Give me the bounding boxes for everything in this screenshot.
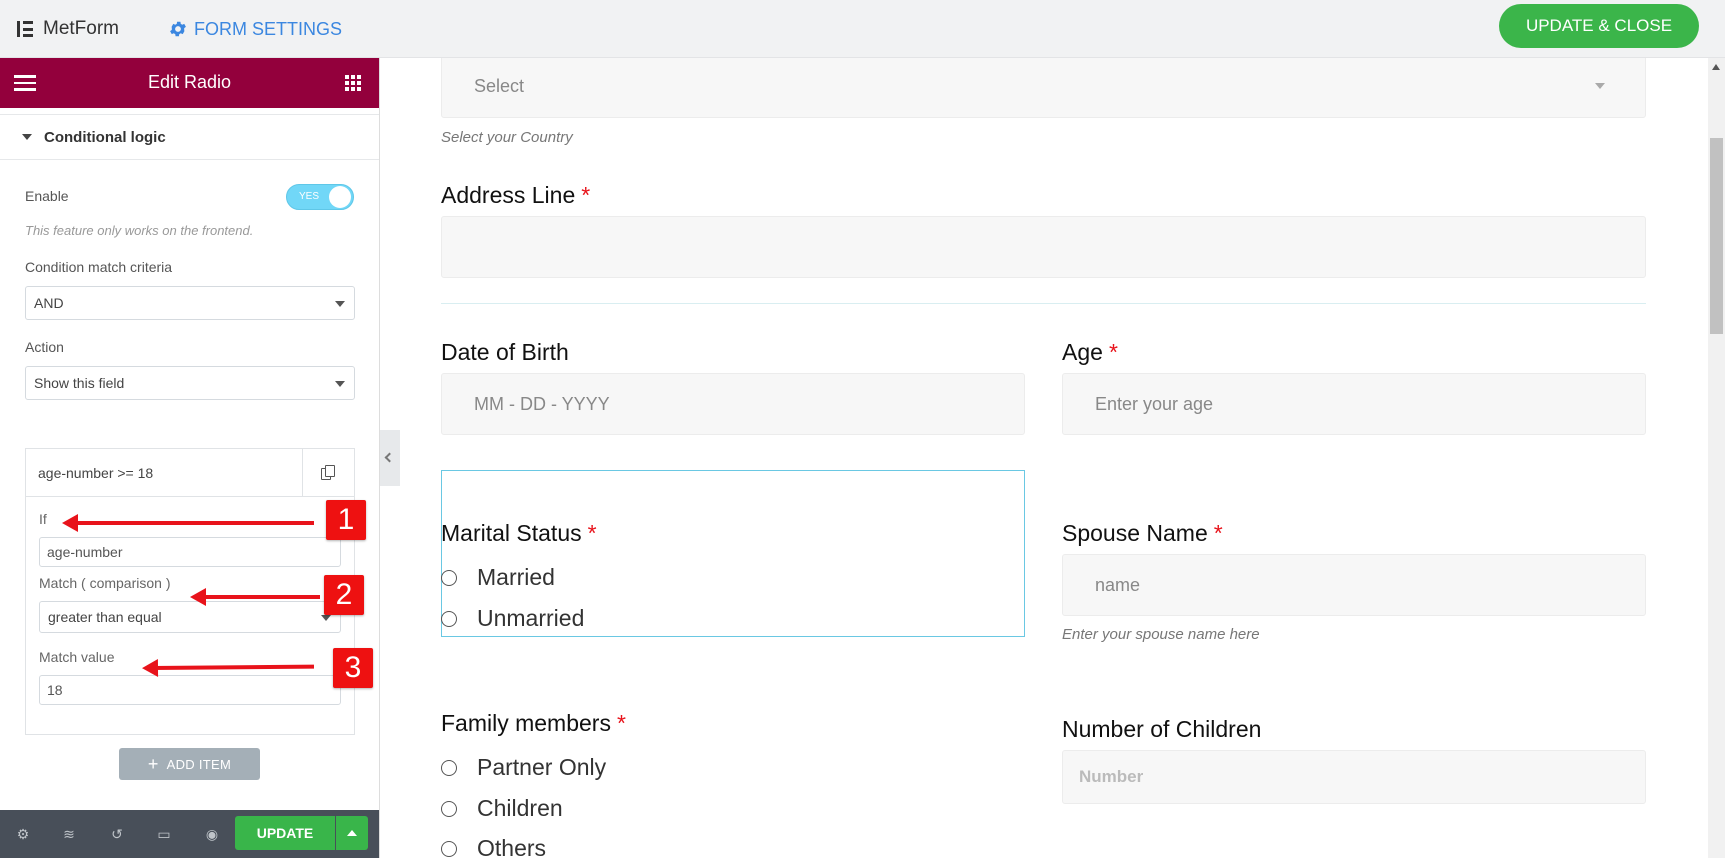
dob-label: Date of Birth [441, 339, 569, 365]
scrollbar-thumb[interactable] [1710, 138, 1723, 334]
page-scrollbar[interactable] [1708, 58, 1725, 858]
match-value-label: Match value [39, 649, 115, 665]
if-input[interactable]: age-number [39, 537, 341, 567]
country-select-value: Select [474, 75, 525, 96]
brand-name: MetForm [43, 18, 119, 39]
condition-item-title: age-number >= 18 [38, 465, 154, 481]
action-label: Action [25, 339, 64, 355]
settings-gear-icon[interactable]: ⚙ [15, 826, 31, 842]
panel-collapse-toggle[interactable] [380, 430, 400, 486]
age-label: Age * [1062, 339, 1118, 365]
top-bar: MetForm FORM SETTINGS UPDATE & CLOSE [0, 0, 1725, 58]
radio-circle [441, 610, 457, 627]
radio-partner-only[interactable]: Partner Only [441, 754, 606, 781]
radio-circle [441, 840, 457, 857]
chevron-down-icon [335, 381, 345, 387]
spouse-label: Spouse Name * [1062, 520, 1223, 546]
spouse-help: Enter your spouse name here [1062, 626, 1260, 643]
conditional-logic-section-toggle[interactable]: Conditional logic [0, 114, 379, 160]
copy-icon [321, 465, 335, 481]
update-options-button[interactable] [336, 816, 368, 850]
condition-item-header[interactable]: age-number >= 18 [26, 449, 354, 497]
annotation-badge-2: 2 [324, 575, 364, 615]
panel-title: Edit Radio [147, 72, 232, 92]
radio-children[interactable]: Children [441, 795, 563, 822]
form-preview: Select Select your Country Address Line *… [400, 58, 1708, 858]
country-select[interactable]: Select [441, 58, 1646, 118]
annotation-arrow-1 [62, 514, 314, 532]
criteria-value: AND [34, 295, 64, 311]
caret-down-icon [22, 134, 32, 140]
criteria-label: Condition match criteria [25, 259, 173, 275]
match-value-input[interactable]: 18 [39, 675, 341, 705]
country-help: Select your Country [441, 129, 573, 146]
form-settings-link[interactable]: FORM SETTINGS [168, 14, 342, 44]
chevron-down-icon [321, 615, 331, 621]
action-select[interactable]: Show this field [25, 366, 355, 400]
radio-others[interactable]: Others [441, 835, 546, 858]
brand: MetForm [17, 14, 119, 44]
editor-panel: Edit Radio Conditional logic Enable YES … [0, 58, 380, 858]
chevron-left-icon [384, 452, 395, 463]
caret-up-icon [347, 830, 357, 836]
form-settings-label: FORM SETTINGS [194, 18, 342, 39]
age-input[interactable]: Enter your age [1062, 373, 1646, 435]
radio-circle [441, 800, 457, 817]
annotation-badge-3: 3 [333, 648, 373, 688]
enable-label: Enable [25, 188, 69, 204]
if-label: If [39, 511, 47, 527]
update-close-button[interactable]: UPDATE & CLOSE [1499, 4, 1699, 48]
address-input[interactable] [441, 216, 1646, 278]
widgets-grid-icon[interactable] [345, 75, 361, 91]
annotation-badge-1: 1 [326, 500, 366, 540]
match-value: greater than equal [48, 609, 162, 625]
add-item-button[interactable]: + ADD ITEM [119, 748, 260, 780]
duplicate-button[interactable] [302, 449, 354, 497]
family-label: Family members * [441, 710, 626, 736]
radio-circle [441, 569, 457, 586]
navigator-layers-icon[interactable]: ≋ [61, 826, 77, 842]
match-label: Match ( comparison ) [39, 575, 171, 591]
history-icon[interactable]: ↺ [109, 826, 125, 842]
children-label: Number of Children [1062, 716, 1262, 742]
panel-footer: ⚙ ≋ ↺ ▭ ◉ UPDATE [0, 810, 379, 858]
address-label: Address Line * [441, 182, 591, 208]
dob-input[interactable]: MM - DD - YYYY [441, 373, 1025, 435]
preview-eye-icon[interactable]: ◉ [204, 826, 220, 842]
chevron-down-icon [1595, 83, 1605, 89]
plus-icon: + [147, 754, 159, 774]
toggle-yes-text: YES [299, 191, 320, 202]
panel-header: Edit Radio [0, 58, 379, 108]
radio-circle [441, 759, 457, 776]
gear-icon [170, 21, 186, 37]
children-input[interactable]: Number [1062, 750, 1646, 804]
elementor-logo-icon [17, 21, 33, 37]
action-value: Show this field [34, 375, 125, 391]
enable-toggle[interactable]: YES [286, 184, 354, 210]
chevron-down-icon [335, 301, 345, 307]
enable-note: This feature only works on the frontend. [25, 223, 254, 238]
panel-body: Conditional logic Enable YES This featur… [0, 108, 379, 810]
add-item-label: ADD ITEM [166, 756, 232, 772]
annotation-arrow-2 [190, 588, 320, 606]
marital-label: Marital Status * [441, 520, 597, 546]
section-title: Conditional logic [44, 128, 166, 146]
update-button[interactable]: UPDATE [235, 816, 335, 850]
responsive-mode-icon[interactable]: ▭ [156, 826, 172, 842]
radio-unmarried[interactable]: Unmarried [441, 605, 584, 632]
spouse-input[interactable]: name [1062, 554, 1646, 616]
section-divider [441, 303, 1646, 304]
criteria-select[interactable]: AND [25, 286, 355, 320]
toggle-knob [329, 186, 351, 208]
radio-married[interactable]: Married [441, 564, 555, 591]
scroll-up-icon[interactable] [1712, 64, 1720, 70]
